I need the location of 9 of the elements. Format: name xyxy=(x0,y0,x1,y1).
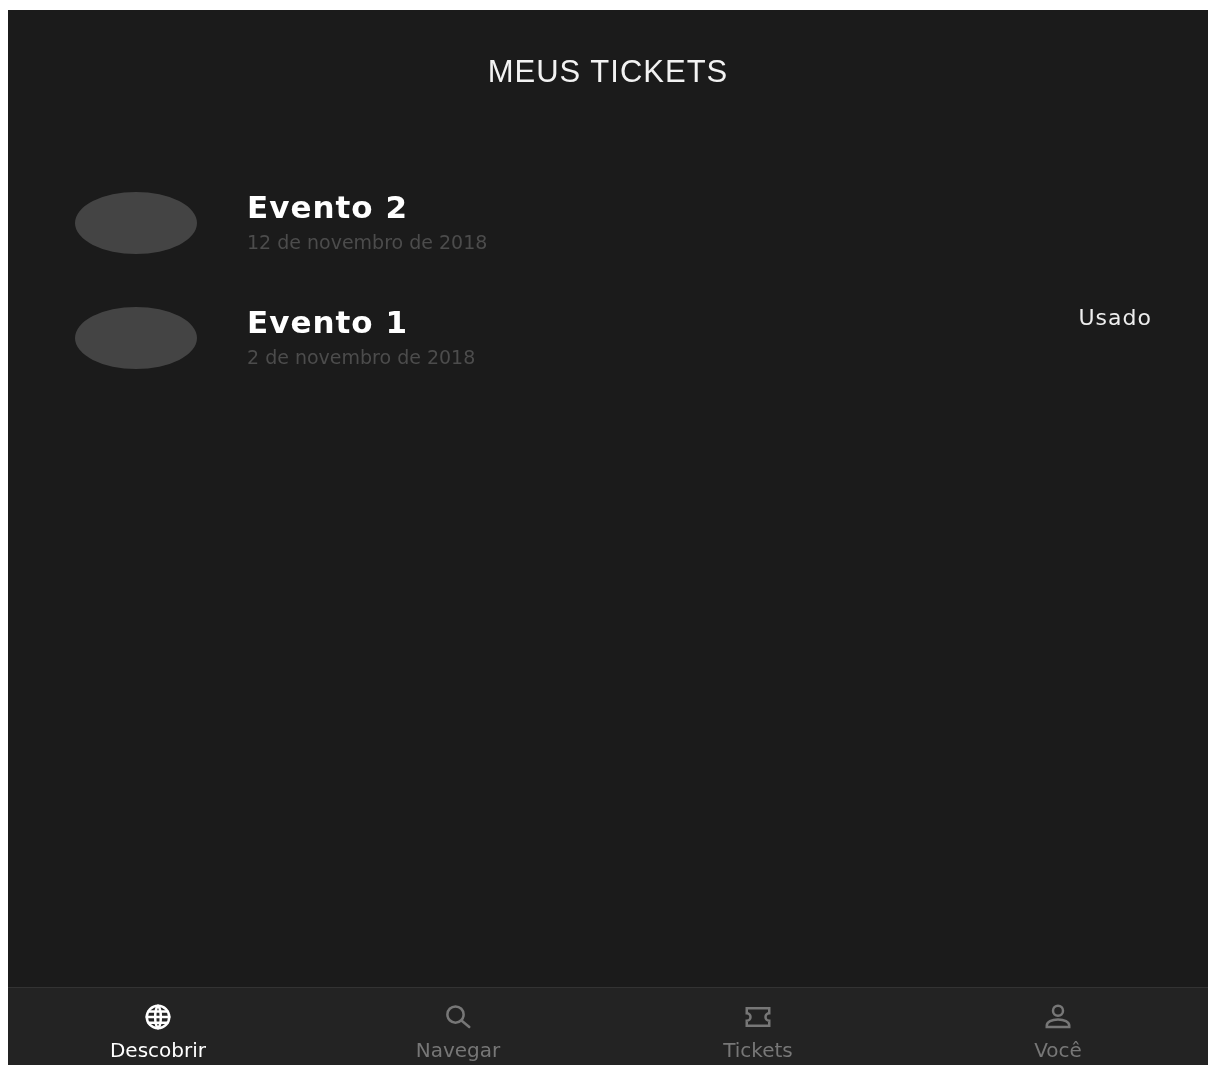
page-title: MEUS TICKETS xyxy=(487,54,729,90)
globe-icon xyxy=(143,1002,173,1032)
event-name: Evento 2 xyxy=(247,189,409,225)
tab[interactable]: Descobrir xyxy=(8,988,308,1065)
tab[interactable]: Você xyxy=(908,988,1208,1065)
ticket-status: Usado xyxy=(1078,305,1152,330)
tab[interactable]: Tickets xyxy=(608,988,908,1065)
tab[interactable]: Navegar xyxy=(308,988,608,1065)
event-name: Evento 1 xyxy=(247,304,409,340)
